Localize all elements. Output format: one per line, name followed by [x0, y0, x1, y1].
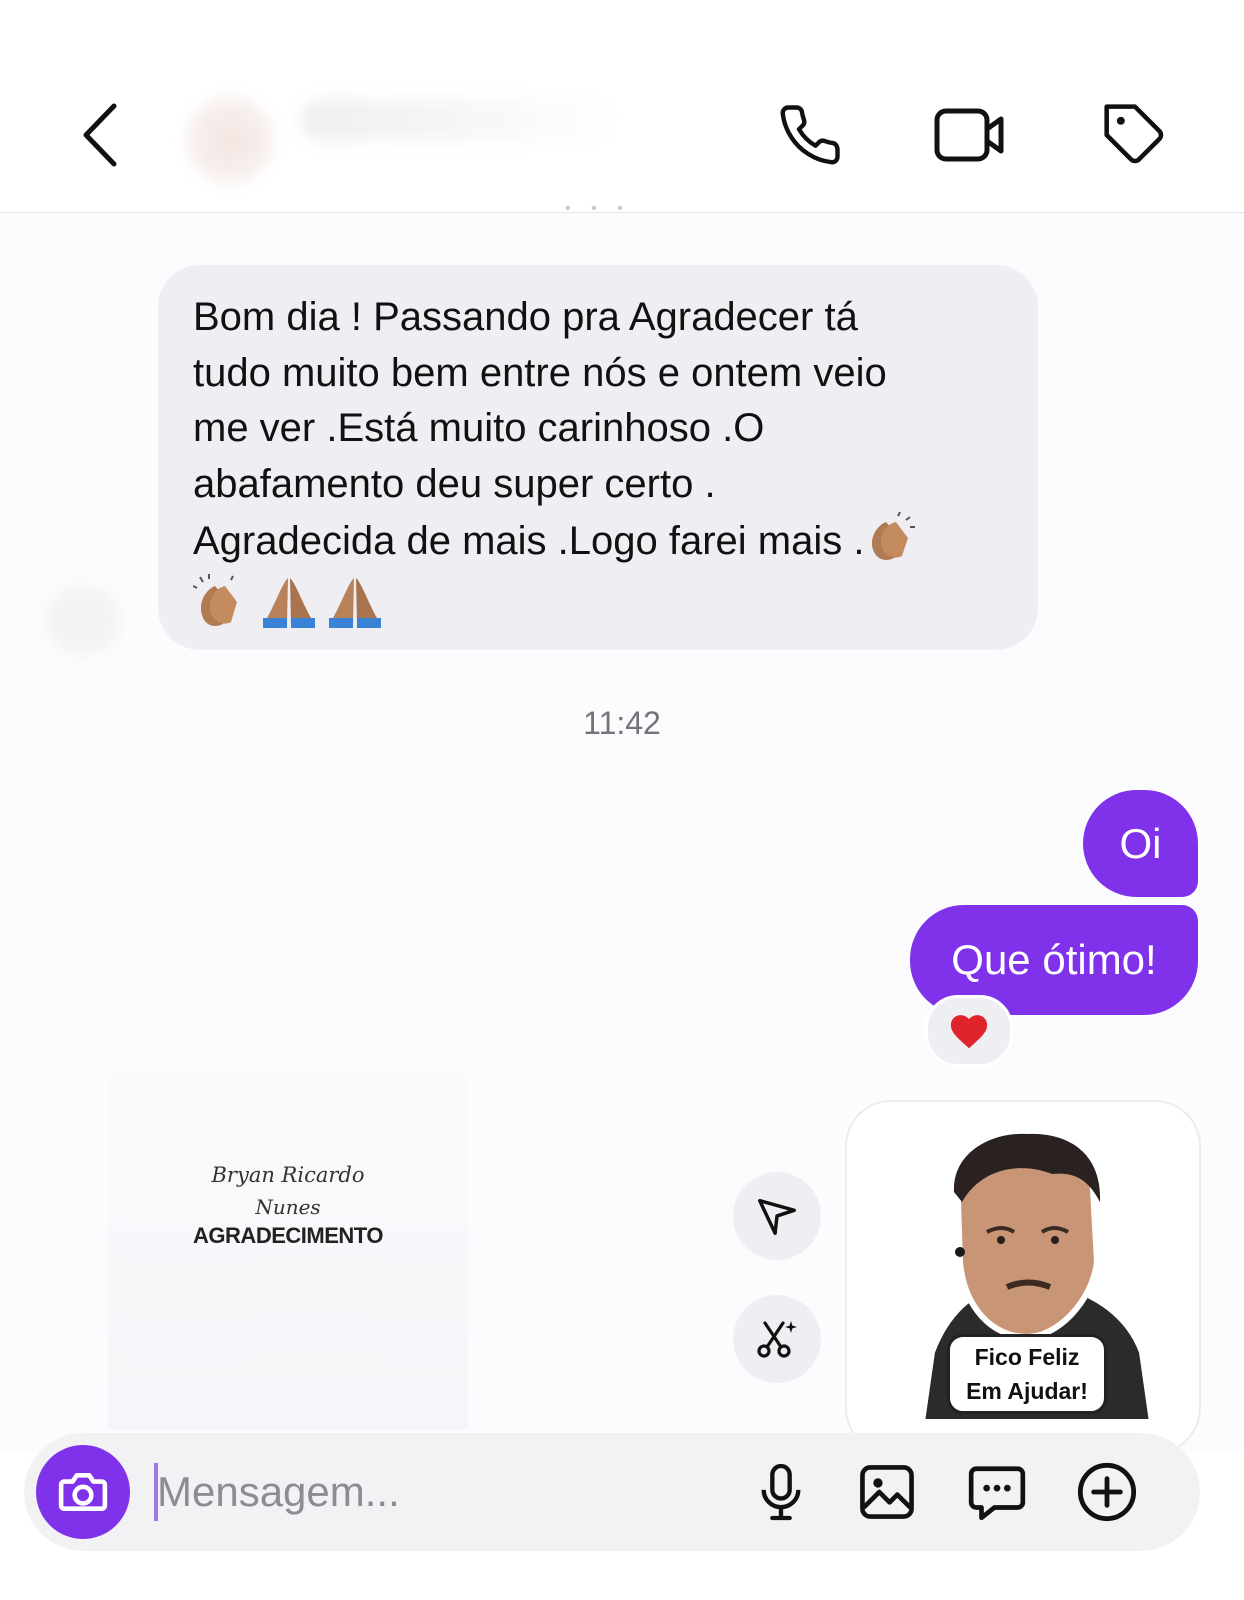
voice-message-button[interactable] — [746, 1457, 816, 1527]
sticker-caption: Fico Feliz Em Ajudar! — [947, 1334, 1107, 1414]
gallery-button[interactable] — [852, 1457, 922, 1527]
ai-edit-button[interactable] — [733, 1295, 821, 1383]
folded-hands-emoji — [329, 577, 381, 628]
more-options-button[interactable] — [1072, 1457, 1142, 1527]
folded-hands-emoji — [263, 577, 315, 628]
contact-avatar[interactable] — [185, 95, 275, 185]
plus-circle-icon — [1077, 1462, 1137, 1522]
sticker-signature-line: Nunes — [255, 1195, 321, 1219]
message-dots-icon — [968, 1466, 1026, 1521]
scissors-sparkle-icon — [757, 1321, 797, 1358]
red-heart-emoji — [950, 1015, 988, 1049]
message-text: Oi — [1119, 819, 1162, 867]
forward-button[interactable] — [733, 1172, 821, 1260]
send-arrow-icon — [758, 1198, 796, 1235]
video-camera-icon — [934, 108, 1004, 162]
message-composer — [24, 1433, 1200, 1551]
back-button[interactable] — [70, 95, 130, 175]
tag-button[interactable] — [1100, 100, 1170, 170]
chevron-left-icon — [83, 103, 117, 167]
sender-avatar[interactable] — [45, 585, 120, 655]
camera-button[interactable] — [36, 1445, 130, 1539]
message-line: Agradecida de mais .Logo farei mais . — [193, 511, 1008, 570]
tag-icon — [1104, 104, 1164, 164]
message-timestamp: 11:42 — [583, 705, 661, 741]
incoming-sticker[interactable]: Bryan Ricardo Nunes AGRADECIMENTO — [108, 1045, 468, 1430]
sticker-caption-line: Fico Feliz — [974, 1344, 1080, 1370]
message-line-text: Agradecida de mais .Logo farei mais . — [193, 519, 865, 563]
message-input[interactable] — [157, 1463, 717, 1521]
sticker-chat-button[interactable] — [962, 1457, 1032, 1527]
video-call-button[interactable] — [930, 100, 1010, 170]
message-line: abafamento deu super certo . — [193, 461, 716, 506]
emoji-row — [193, 570, 1008, 630]
clapping-hands-emoji — [193, 573, 237, 626]
chat-header: • • • — [0, 0, 1244, 217]
sticker-title: AGRADECIMENTO — [193, 1223, 383, 1248]
message-reaction[interactable] — [925, 995, 1013, 1067]
microphone-icon — [761, 1463, 801, 1521]
contact-name-redacted[interactable] — [300, 100, 620, 140]
incoming-message-bubble[interactable]: Bom dia ! Passando pra Agradecer tá tudo… — [158, 265, 1038, 650]
message-line: tudo muito bem entre nós e ontem veio — [193, 350, 887, 395]
outgoing-image-sticker[interactable]: Fico Feliz Em Ajudar! — [845, 1100, 1201, 1454]
outgoing-message-bubble[interactable]: Oi — [1083, 790, 1198, 897]
message-line: Bom dia ! Passando pra Agradecer tá — [193, 295, 858, 339]
message-line: me ver .Está muito carinhoso .O — [193, 406, 765, 450]
sticker-signature-line: Bryan Ricardo — [211, 1163, 365, 1187]
sticker-caption-line: Em Ajudar! — [966, 1378, 1088, 1404]
call-button[interactable] — [775, 100, 845, 170]
image-icon — [860, 1465, 914, 1519]
phone-icon — [780, 105, 840, 165]
clapping-hands-emoji — [872, 511, 916, 560]
camera-icon — [58, 1473, 108, 1511]
message-text: Que ótimo! — [951, 936, 1157, 983]
